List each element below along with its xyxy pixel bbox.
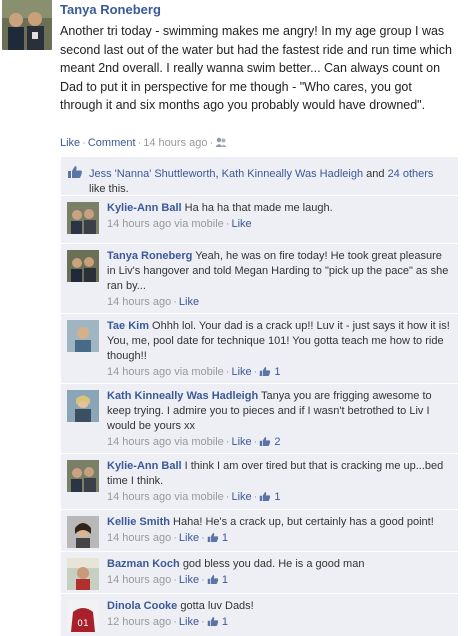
comment-timestamp[interactable]: 14 hours ago via mobile [107,436,224,448]
separator: · [82,137,86,149]
comment-like-link[interactable]: Like [179,296,199,308]
comment-like-count[interactable]: 1 [259,491,281,503]
commenter-name[interactable]: Kath Kinneally Was Hadleigh [107,390,258,402]
separator: · [253,491,258,503]
comment-text: gotta luv Dads! [180,600,254,612]
comment-timestamp[interactable]: 14 hours ago [107,532,171,544]
post-actions: Like · Comment · 14 hours ago · [60,137,227,151]
comment-item: Tanya Roneberg Yeah, he was on fire toda… [61,243,458,314]
comment-like-link[interactable]: Like [179,616,199,628]
commenter-name[interactable]: Kylie-Ann Ball [107,460,182,472]
separator: · [253,366,258,378]
comment-item: Kath Kinneally Was Hadleigh Tanya you ar… [61,383,458,454]
thumbs-up-icon [259,366,271,382]
separator: · [201,574,205,586]
comment-text: god bless you dad. He is a good man [182,558,365,570]
comment-item: 01 Dinola Cooke gotta luv Dads! 12 hours… [61,593,458,636]
friends-icon [215,137,227,151]
comment-text: Ohhh lol. Your dad is a crack up!! Luv i… [107,320,450,362]
thumbs-up-icon [259,436,271,452]
comment-like-link[interactable]: Like [179,532,199,544]
likes-separator: , [215,168,219,180]
comment-like-count[interactable]: 1 [207,574,228,586]
liker-name[interactable]: Jess 'Nanna' Shuttleworth [89,168,216,180]
thumbs-up-icon [207,574,219,590]
like-count-value: 1 [274,491,281,503]
likes-suffix: like this. [89,183,129,195]
post-timestamp[interactable]: 14 hours ago [143,137,207,149]
commenter-avatar[interactable] [67,460,99,492]
comment-timestamp[interactable]: 14 hours ago [107,296,171,308]
likes-text: Jess 'Nanna' Shuttleworth, Kath Kinneall… [89,167,449,197]
commenter-avatar[interactable] [67,558,99,590]
comment-text: Haha! He's a crack up, but certainly has… [173,516,434,528]
comment-like-count[interactable]: 2 [259,436,281,448]
separator: · [201,616,205,628]
comment-item: Kellie Smith Haha! He's a crack up, but … [61,509,458,552]
commenter-avatar[interactable] [67,320,99,352]
likers-others-link[interactable]: 24 others [388,168,434,180]
separator: · [201,532,205,544]
commenter-avatar[interactable] [67,250,99,282]
comment-link[interactable]: Comment [88,137,136,149]
thumbs-up-icon [207,616,219,632]
comment-like-count[interactable]: 1 [259,366,281,378]
thumbs-up-icon [207,532,219,548]
post-author-name[interactable]: Tanya Roneberg [60,2,161,17]
like-link[interactable]: Like [60,137,80,149]
commenter-name[interactable]: Dinola Cooke [107,600,177,612]
likes-and: and [366,168,385,180]
separator: · [173,574,177,586]
commenter-avatar[interactable] [67,516,99,548]
comment-item: Bazman Koch god bless you dad. He is a g… [61,551,458,594]
like-count-value: 1 [221,616,228,628]
separator: · [137,137,142,149]
comments-panel: Jess 'Nanna' Shuttleworth, Kath Kinneall… [61,157,458,636]
separator: · [225,218,230,230]
commenter-avatar[interactable] [67,202,99,234]
separator: · [173,296,177,308]
post-message: Another tri today - swimming makes me an… [60,24,452,112]
liker-name[interactable]: Kath Kinneally Was Hadleigh [222,168,363,180]
like-count-value: 1 [221,532,228,544]
like-count-value: 1 [274,366,281,378]
separator: · [173,532,177,544]
comment-like-link[interactable]: Like [231,436,251,448]
comment-text: Ha ha ha that made me laugh. [184,202,333,214]
comment-like-link[interactable]: Like [231,366,251,378]
separator: · [209,137,214,149]
separator: · [225,491,230,503]
comment-like-count[interactable]: 1 [207,616,228,628]
like-count-value: 2 [274,436,281,448]
thumbs-up-icon [67,165,83,182]
commenter-name[interactable]: Tae Kim [107,320,149,332]
commenter-avatar[interactable] [67,390,99,422]
comment-timestamp[interactable]: 14 hours ago [107,574,171,586]
comment-timestamp[interactable]: 14 hours ago via mobile [107,491,224,503]
comment-item: Kylie-Ann Ball Ha ha ha that made me lau… [61,195,458,244]
comment-item: Kylie-Ann Ball I think I am over tired b… [61,453,458,510]
thumbs-up-icon [259,491,271,507]
comment-like-count[interactable]: 1 [207,532,228,544]
post-author-avatar[interactable] [2,0,52,50]
comment-timestamp[interactable]: 14 hours ago via mobile [107,218,224,230]
commenter-avatar[interactable]: 01 [67,600,99,632]
separator: · [173,616,177,628]
separator: · [225,366,230,378]
separator: · [253,436,258,448]
comment-like-link[interactable]: Like [179,574,199,586]
comment-timestamp[interactable]: 14 hours ago via mobile [107,366,224,378]
svg-text:01: 01 [77,619,88,629]
comment-like-link[interactable]: Like [231,218,251,230]
likes-summary: Jess 'Nanna' Shuttleworth, Kath Kinneall… [61,157,458,196]
commenter-name[interactable]: Kellie Smith [107,516,170,528]
commenter-name[interactable]: Bazman Koch [107,558,180,570]
separator: · [225,436,230,448]
comment-timestamp[interactable]: 12 hours ago [107,616,171,628]
commenter-name[interactable]: Kylie-Ann Ball [107,202,182,214]
commenter-name[interactable]: Tanya Roneberg [107,250,192,262]
comment-like-link[interactable]: Like [231,491,251,503]
comment-item: Tae Kim Ohhh lol. Your dad is a crack up… [61,313,458,384]
like-count-value: 1 [221,574,228,586]
